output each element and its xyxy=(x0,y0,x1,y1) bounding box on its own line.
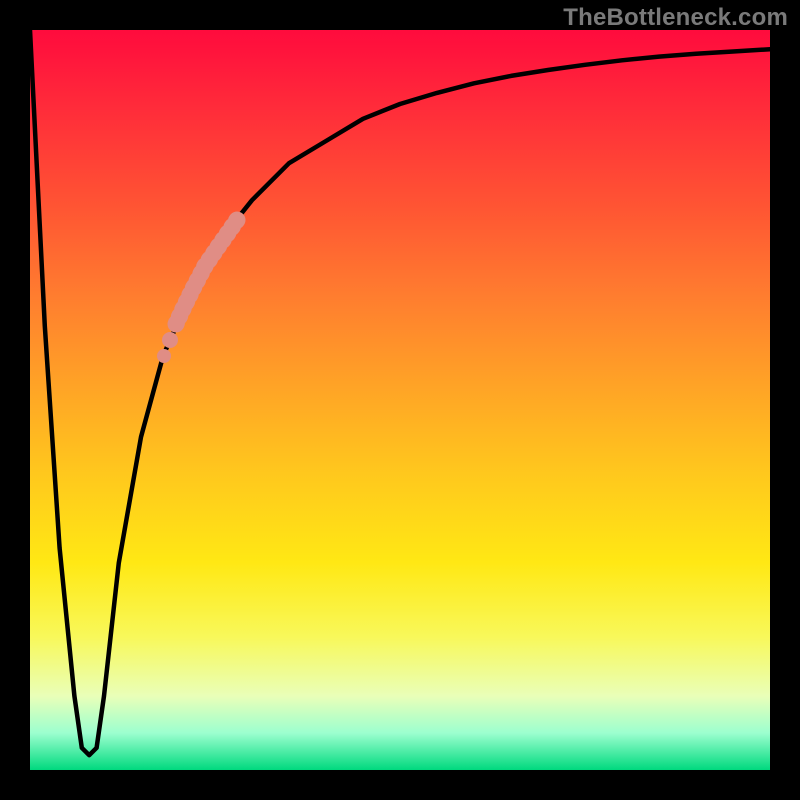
plot-area xyxy=(30,30,770,770)
chart-container: TheBottleneck.com xyxy=(0,0,800,800)
curve-svg xyxy=(30,30,770,770)
highlight-segment xyxy=(176,220,237,324)
watermark-text: TheBottleneck.com xyxy=(563,4,788,32)
highlight-dot-1 xyxy=(162,332,178,348)
bottleneck-curve-path xyxy=(30,30,770,755)
highlight-dot-2 xyxy=(157,349,171,363)
